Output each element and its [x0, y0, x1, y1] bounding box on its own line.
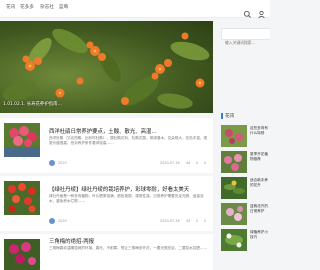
sidebar-item-title[interactable]: 夏季开花植物推荐 [250, 152, 270, 161]
sidebar-thumbnail [221, 229, 247, 251]
post-card: 三角梅的绝招-两报 三角梅喜欢温暖湿润的环境，喜光，不耐寒。想让三角梅多开花，一… [0, 234, 213, 270]
post-likes[interactable]: 0 [204, 161, 206, 165]
sidebar-item-title[interactable]: 这些多肉有什么特别 [250, 126, 270, 135]
post-comments[interactable]: 0 [196, 219, 198, 223]
post-likes[interactable]: 0 [204, 219, 206, 223]
post-excerpt: 绿社丹绫是一种多肉植物，叶片肥厚饱满，颜色艳丽，观赏性强。日常养护需要充足光照、… [49, 194, 204, 204]
sidebar-widget-heading: 花讯 [221, 110, 270, 122]
sidebar-item-title[interactable]: 绿植养护小技巧 [250, 230, 270, 239]
sidebar-item[interactable]: 夏季开花植物推荐 [221, 151, 270, 175]
top-navigation-bar: 花讯 花多多 杂志社 蓝莓 [0, 0, 270, 19]
post-views: 43 [186, 219, 191, 223]
post-comments[interactable]: 0 [196, 161, 198, 165]
nav-item-lanmei[interactable]: 蓝莓 [59, 5, 68, 11]
post-thumbnail[interactable] [4, 239, 40, 270]
user-icon[interactable] [257, 4, 266, 19]
hero-caption[interactable]: 1.01.02.1. 长寿花养护指南… [3, 101, 62, 107]
sidebar-item[interactable]: 这些多肉有什么特别 [221, 125, 270, 149]
search-icon[interactable] [243, 4, 252, 18]
post-card: 【绿社丹绫】绿社丹绫的栽培养护，彩球零耐，好看太美天 绿社丹绫是一种多肉植物，叶… [0, 176, 213, 231]
post-card: 西洋杜鹃日常养护要点，土酸、散光、高湿… 西洋杜鹃（又名西鹃、比利时杜鹃），属杜… [0, 118, 213, 173]
post-title[interactable]: 西洋杜鹃日常养护要点，土酸、散光、高湿… [49, 127, 157, 135]
hero-image [2, 28, 210, 109]
sidebar-thumbnail [221, 177, 247, 199]
post-author[interactable]: 2020 [58, 219, 67, 223]
sidebar-heading-label: 花讯 [225, 114, 235, 119]
post-author[interactable]: 2020 [58, 161, 67, 165]
post-excerpt: 西洋杜鹃（又名西鹃、比利时杜鹃），属杜鹃花科、杜鹃花属，常绿灌木。花朵硕大，花色… [49, 136, 208, 146]
heading-accent-bar [221, 113, 223, 119]
post-date: 2020-07-16 [160, 219, 180, 223]
search-input[interactable] [222, 37, 270, 48]
post-views: 44 [186, 161, 191, 165]
post-title[interactable]: 三角梅的绝招-两报 [49, 237, 94, 245]
post-date: 2020-07-16 [160, 161, 180, 165]
sidebar-thumbnail [221, 203, 247, 225]
post-thumbnail[interactable] [4, 181, 40, 215]
author-avatar[interactable] [49, 160, 55, 166]
nav-item-huaduoduo[interactable]: 花多多 [20, 5, 34, 11]
sidebar-thumbnail [221, 151, 247, 173]
nav-item-huaxun[interactable]: 花讯 [6, 5, 15, 11]
sidebar-item[interactable]: 盆栽花卉的日常养护 [221, 203, 270, 227]
sidebar-search-box [221, 28, 270, 48]
hero-carousel[interactable]: 1.01.02.1. 长寿花养护指南… [0, 21, 213, 113]
sidebar-item-title[interactable]: 适合新手养的花卉 [250, 178, 270, 187]
author-avatar[interactable] [49, 218, 55, 224]
post-excerpt: 三角梅喜欢温暖湿润的环境，喜光，不耐寒。想让三角梅多开花，一要光照充足，二要控水… [49, 246, 208, 250]
sidebar-item[interactable]: 适合新手养的花卉 [221, 177, 270, 201]
sidebar-item[interactable]: 绿植养护小技巧 [221, 229, 270, 253]
sidebar-thumbnail [221, 125, 247, 147]
post-thumbnail[interactable] [4, 123, 40, 157]
nav-item-zazhishe[interactable]: 杂志社 [40, 5, 54, 11]
sidebar-item-title[interactable]: 盆栽花卉的日常养护 [250, 204, 270, 213]
post-title[interactable]: 【绿社丹绫】绿社丹绫的栽培养护，彩球零耐，好看太美天 [49, 185, 189, 193]
